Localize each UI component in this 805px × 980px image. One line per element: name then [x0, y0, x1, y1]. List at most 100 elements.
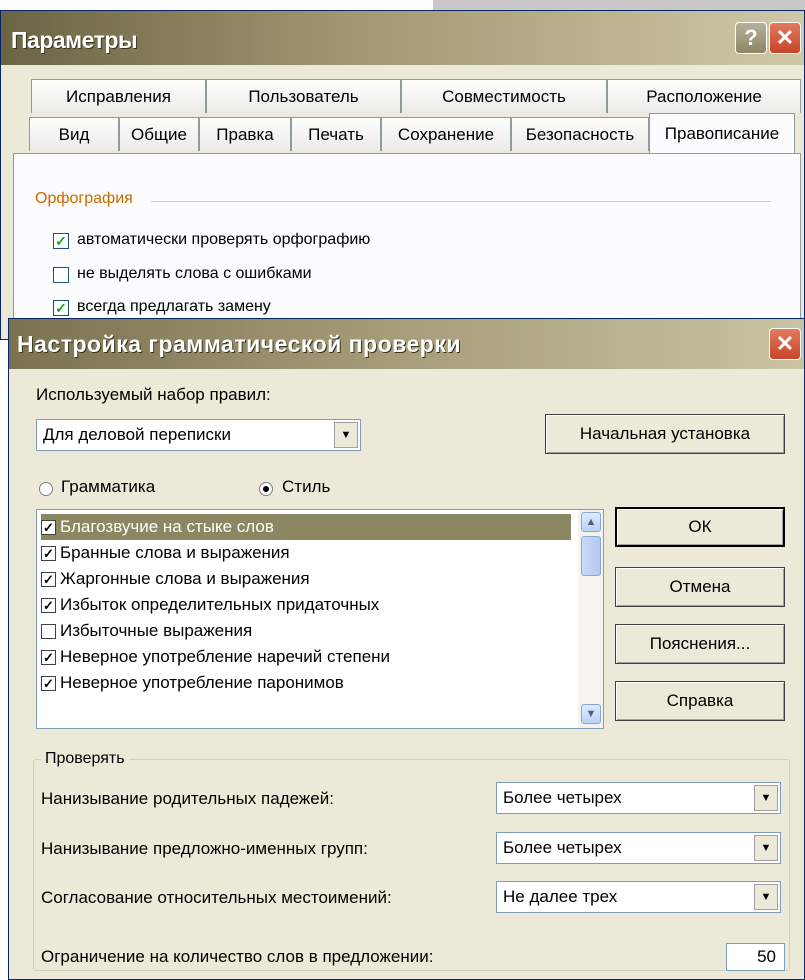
tab-spelling[interactable]: Правописание: [649, 113, 795, 153]
tab-corrections[interactable]: Исправления: [31, 79, 206, 113]
tab-label: Общие: [131, 124, 187, 144]
list-item[interactable]: ✓ Благозвучие на стыке слов: [41, 514, 571, 540]
genitive-chain-label: Нанизывание родительных падежей:: [41, 789, 334, 808]
radio-style-label: Стиль: [282, 477, 331, 496]
ok-button[interactable]: ОК: [615, 507, 785, 547]
rule-label: Бранные слова и выражения: [60, 543, 290, 562]
rule-label: Неверное употребление паронимов: [60, 673, 344, 692]
genitive-chain-value: Более четырех: [503, 788, 622, 807]
chevron-down-icon: ▼: [754, 785, 778, 811]
rule-checkbox[interactable]: ✓: [41, 597, 56, 613]
button-label: Справка: [666, 691, 734, 710]
grammar-dialog-title: Настройка грамматической проверки: [17, 331, 461, 357]
grammar-settings-dialog: Настройка грамматической проверки ✕ Испо…: [8, 318, 805, 980]
relative-pronouns-label: Согласование относительных местоимений:: [41, 888, 392, 907]
close-options-button[interactable]: ✕: [769, 22, 801, 54]
options-title: Параметры: [11, 27, 138, 53]
list-item[interactable]: ✓ Неверное употребление паронимов: [41, 670, 571, 696]
tab-label: Вид: [58, 124, 90, 144]
rule-checkbox[interactable]: ✓: [41, 649, 56, 665]
relative-pronouns-select[interactable]: Не далее трех ▼: [496, 881, 781, 913]
ruleset-select[interactable]: Для деловой переписки ▼: [36, 419, 361, 451]
ruleset-label: Используемый набор правил:: [36, 385, 271, 404]
tab-print[interactable]: Печать: [291, 117, 381, 151]
list-item[interactable]: ✓ Жаргонные слова и выражения: [41, 566, 571, 592]
prepositional-groups-select[interactable]: Более четырех ▼: [496, 832, 781, 864]
radio-grammar[interactable]: [39, 482, 53, 496]
ruleset-value: Для деловой переписки: [43, 425, 231, 444]
close-icon: ✕: [775, 331, 795, 356]
rule-label: Избыток определительных придаточных: [60, 595, 380, 614]
chevron-down-icon: ▼: [754, 884, 778, 910]
tab-layout[interactable]: Расположение: [607, 79, 801, 113]
tab-save[interactable]: Сохранение: [381, 117, 511, 151]
cancel-button[interactable]: Отмена: [615, 567, 785, 607]
rule-checkbox[interactable]: [41, 623, 56, 639]
close-icon: ✕: [775, 25, 795, 50]
tab-compatibility[interactable]: Совместимость: [401, 79, 607, 113]
button-label: Отмена: [669, 577, 731, 596]
tab-label: Пользователь: [248, 86, 359, 106]
list-item[interactable]: Избыточные выражения: [41, 618, 571, 644]
help-title-button[interactable]: ?: [735, 22, 767, 54]
list-item[interactable]: ✓ Неверное употребление наречий степени: [41, 644, 571, 670]
rule-checkbox[interactable]: ✓: [41, 571, 56, 587]
tab-user[interactable]: Пользователь: [206, 79, 401, 113]
tab-label: Совместимость: [442, 86, 566, 106]
always-suggest-checkbox[interactable]: ✓: [53, 300, 69, 316]
word-limit-label: Ограничение на количество слов в предлож…: [41, 947, 434, 966]
options-titlebar: Параметры ? ✕: [1, 11, 804, 65]
rules-listbox[interactable]: ✓ Благозвучие на стыке слов ✓ Бранные слов…: [36, 509, 604, 729]
hide-errors-checkbox[interactable]: [53, 267, 69, 283]
chevron-down-icon: ▼: [754, 835, 778, 861]
tab-label: Печать: [308, 124, 364, 144]
rule-label: Неверное употребление наречий степени: [60, 647, 391, 666]
button-label: Начальная установка: [579, 424, 751, 443]
prepositional-groups-label: Нанизывание предложно-именных групп:: [41, 839, 368, 858]
close-grammar-button[interactable]: ✕: [769, 328, 801, 360]
tab-label: Правописание: [664, 123, 780, 143]
relative-pronouns-value: Не далее трех: [503, 887, 618, 906]
radio-style[interactable]: [259, 482, 273, 496]
scroll-up-icon[interactable]: ▲: [581, 512, 601, 532]
tab-edit[interactable]: Правка: [199, 117, 291, 151]
tab-label: Правка: [216, 124, 274, 144]
list-item[interactable]: ✓ Бранные слова и выражения: [41, 540, 571, 566]
spelling-group-title: Орфография: [35, 190, 141, 208]
rule-checkbox[interactable]: ✓: [41, 545, 56, 561]
rules-scrollbar[interactable]: ▲ ▼: [578, 510, 603, 728]
scroll-down-icon[interactable]: ▼: [581, 704, 601, 724]
word-limit-input[interactable]: 50: [726, 943, 785, 971]
scroll-thumb[interactable]: [581, 536, 601, 576]
reset-defaults-button[interactable]: Начальная установка: [545, 414, 785, 454]
explain-button[interactable]: Пояснения...: [615, 624, 785, 664]
radio-grammar-label: Грамматика: [61, 477, 156, 496]
rule-label: Избыточные выражения: [60, 621, 253, 640]
chevron-down-icon: ▼: [334, 422, 358, 448]
grammar-titlebar: Настройка грамматической проверки ✕: [9, 319, 804, 369]
group-divider: [151, 201, 771, 202]
prepositional-groups-value: Более четырех: [503, 838, 622, 857]
always-suggest-label: всегда предлагать замену: [77, 298, 271, 315]
button-label: Пояснения...: [649, 634, 751, 653]
tab-general[interactable]: Общие: [119, 117, 199, 151]
auto-check-spelling-checkbox[interactable]: ✓: [53, 233, 69, 249]
help-icon: ?: [744, 25, 758, 50]
check-group-title: Проверять: [41, 750, 129, 768]
tab-security[interactable]: Безопасность: [511, 117, 649, 151]
rule-checkbox[interactable]: ✓: [41, 519, 56, 535]
help-button[interactable]: Справка: [615, 681, 785, 721]
genitive-chain-select[interactable]: Более четырех ▼: [496, 782, 781, 814]
options-dialog: Параметры ? ✕ Исправления Пользователь С…: [0, 10, 805, 340]
rule-label: Благозвучие на стыке слов: [60, 517, 274, 536]
tab-label: Расположение: [646, 86, 762, 106]
tab-label: Исправления: [66, 86, 171, 106]
tab-label: Сохранение: [397, 124, 495, 144]
tab-label: Безопасность: [525, 124, 635, 144]
rule-label: Жаргонные слова и выражения: [60, 569, 310, 588]
tab-view[interactable]: Вид: [29, 117, 119, 151]
button-label: ОК: [688, 517, 712, 536]
rule-checkbox[interactable]: ✓: [41, 675, 56, 691]
hide-errors-label: не выделять слова с ошибками: [77, 265, 312, 282]
list-item[interactable]: ✓ Избыток определительных придаточных: [41, 592, 571, 618]
